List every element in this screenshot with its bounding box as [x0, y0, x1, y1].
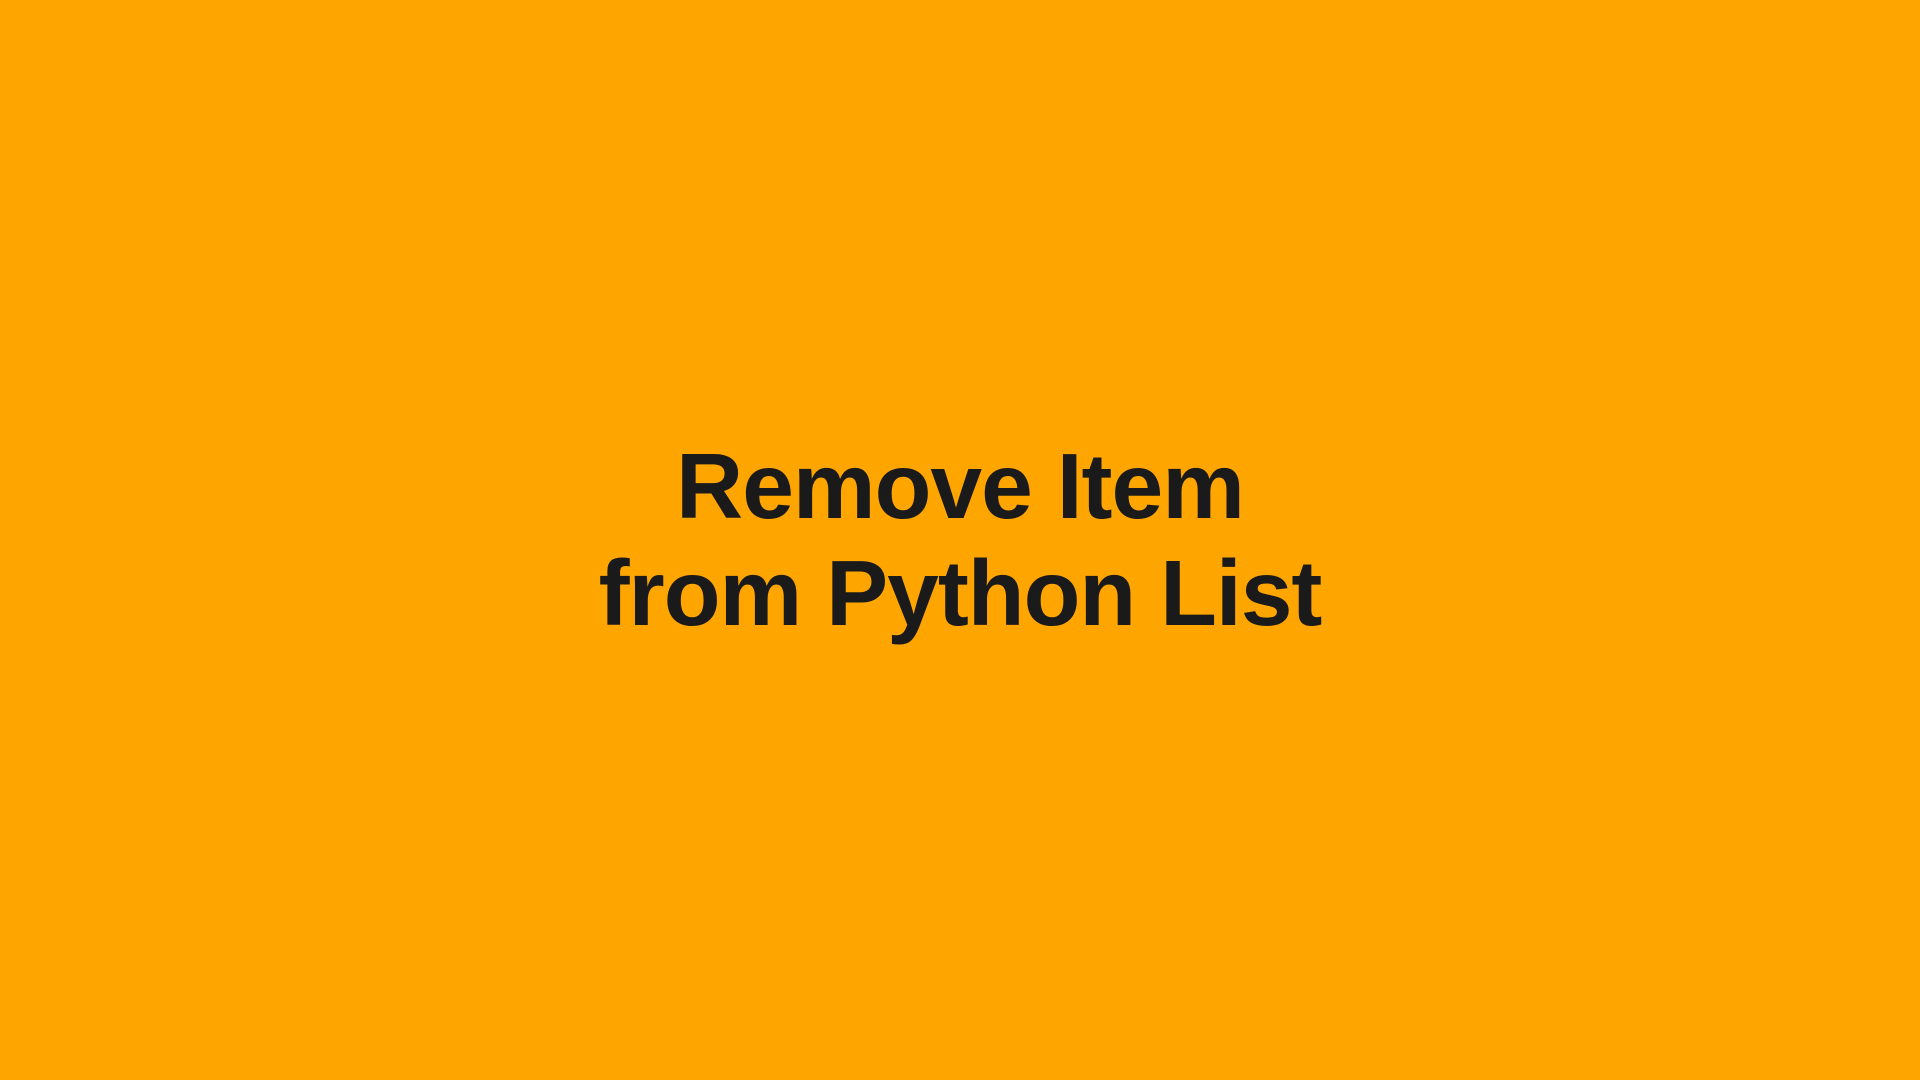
title-line-1: Remove Item — [676, 434, 1244, 538]
title-line-2: from Python List — [599, 541, 1322, 645]
page-title: Remove Item from Python List — [599, 433, 1322, 647]
